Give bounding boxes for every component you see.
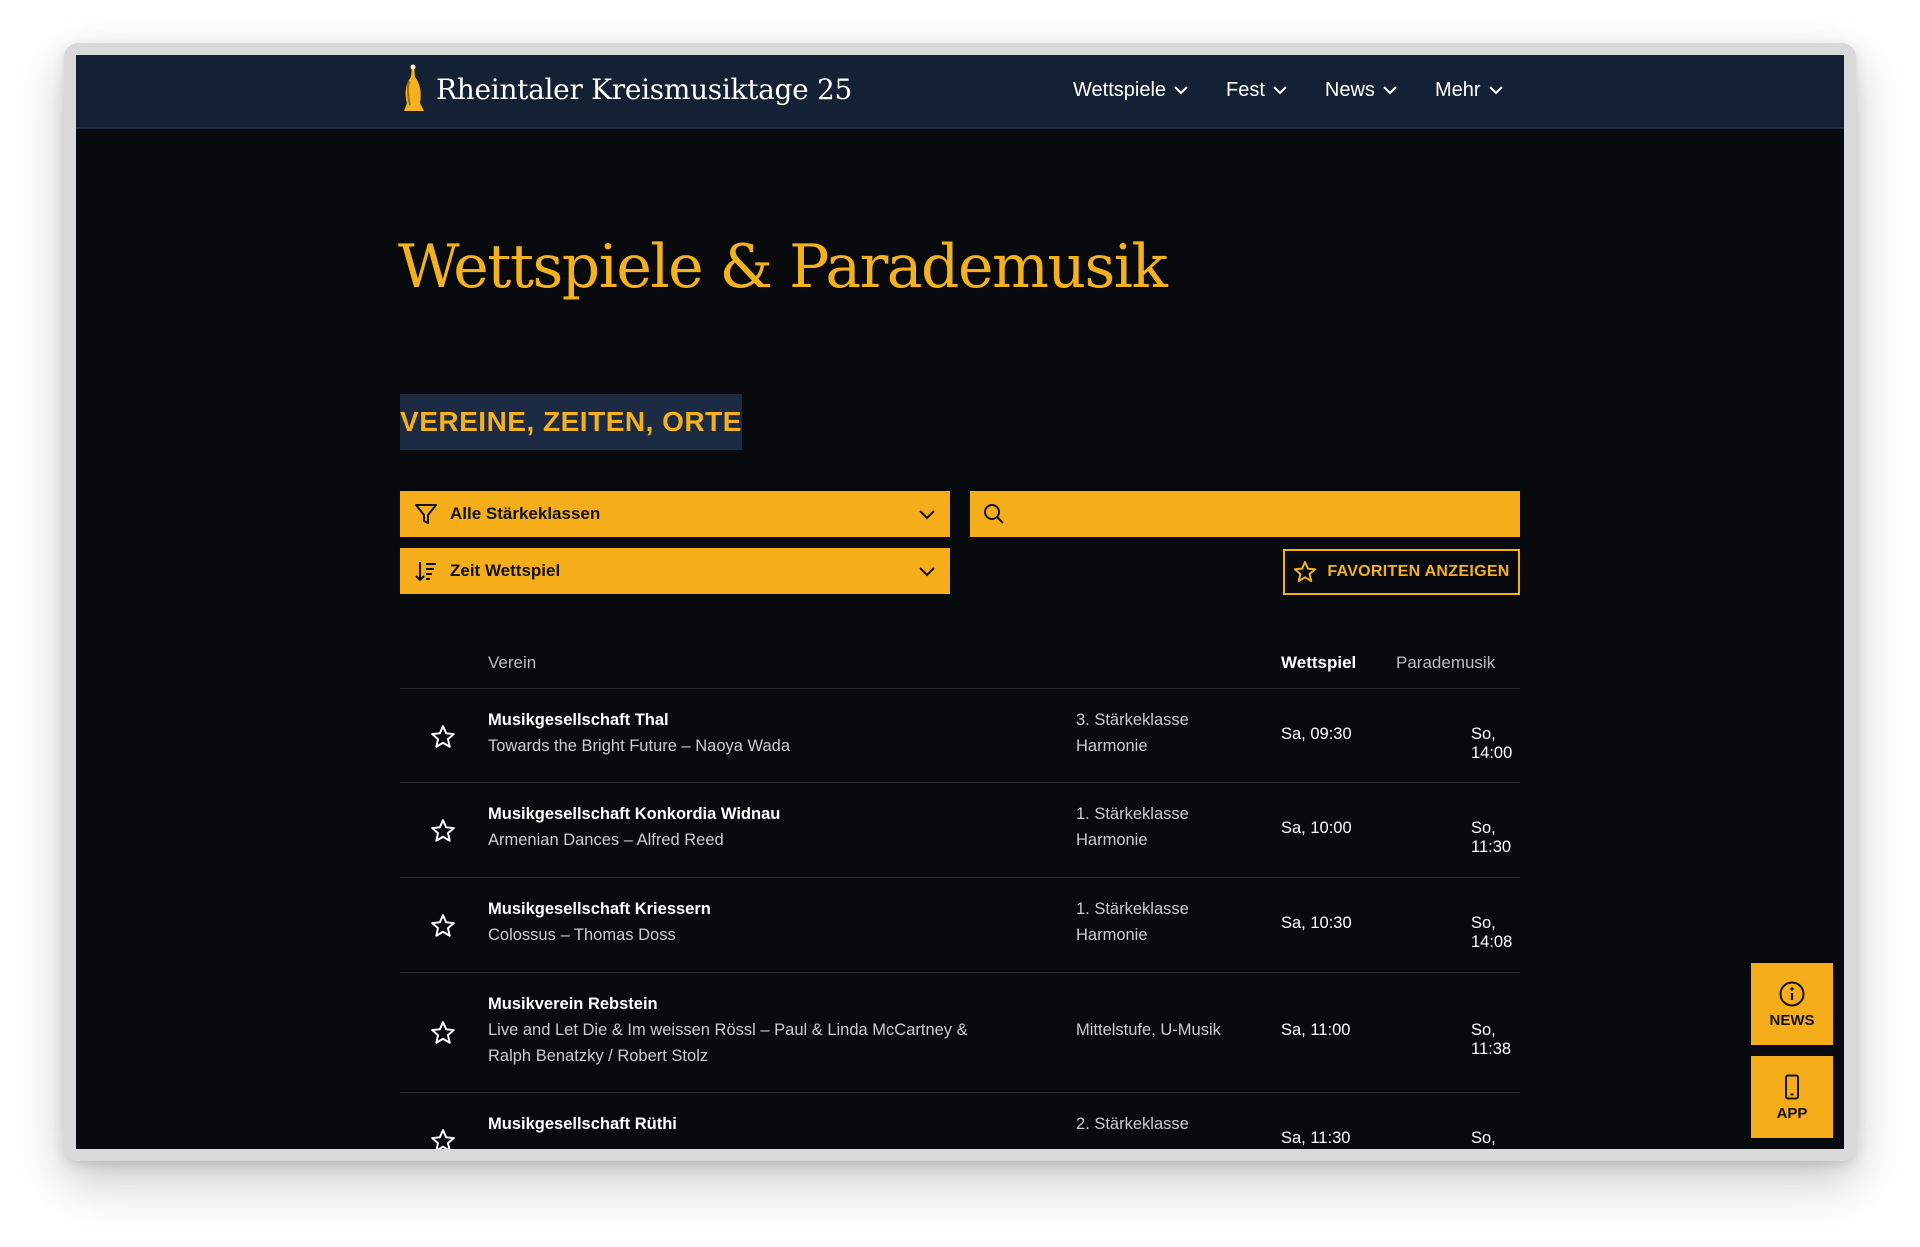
class-label: 3. Stärkeklasse: [1076, 711, 1189, 729]
search-box: [970, 491, 1520, 537]
wettspiel-time: Sa, 11:30: [1281, 1129, 1351, 1147]
chevron-down-icon: [1174, 86, 1188, 95]
piece-title: Colossus – Thomas Doss: [488, 926, 676, 944]
favorite-star-icon[interactable]: [430, 913, 456, 939]
news-side-button[interactable]: NEWS: [1751, 963, 1833, 1045]
sort-select[interactable]: Zeit Wettspiel: [400, 548, 950, 594]
site-logo[interactable]: Rheintaler Kreismusiktage 25: [398, 63, 852, 115]
nav-label: Mehr: [1434, 79, 1481, 101]
nav-item-wettspiele[interactable]: Wettspiele: [1073, 79, 1188, 102]
sort-label: Zeit Wettspiel: [450, 561, 561, 580]
chevron-down-icon: [919, 566, 935, 576]
table-row[interactable]: Musikgesellschaft Kriessern Colossus – T…: [400, 878, 1520, 973]
parademusik-time: So, 14:08: [1471, 914, 1513, 951]
page: Rheintaler Kreismusiktage 25 Wettspiele …: [76, 55, 1844, 1149]
table-row[interactable]: Musikgesellschaft Rüthi 2. Stärkeklasse …: [400, 1093, 1520, 1149]
nav-item-news[interactable]: News: [1325, 79, 1397, 102]
nav-label: Fest: [1226, 79, 1265, 101]
chevron-down-icon: [1273, 86, 1287, 95]
club-name: Musikgesellschaft Rüthi: [488, 1115, 677, 1133]
club-name: Musikverein Rebstein: [488, 995, 658, 1013]
column-header-wettspiel[interactable]: Wettspiel: [1281, 653, 1356, 673]
wettspiel-time: Sa, 10:00: [1281, 819, 1352, 837]
sort-icon: [415, 562, 436, 582]
favorite-star-icon[interactable]: [430, 724, 456, 750]
piece-title: Live and Let Die & Im weissen Rössl – Pa…: [488, 1021, 968, 1065]
wettspiel-time: Sa, 11:00: [1281, 1021, 1351, 1039]
star-icon: [1294, 561, 1317, 582]
class-filter-label: Alle Stärkeklassen: [450, 504, 601, 523]
class-label: 1. Stärkeklasse: [1076, 900, 1189, 918]
parademusik-time: So, 11:30: [1471, 819, 1512, 856]
table-row[interactable]: Musikverein Rebstein Live and Let Die & …: [400, 973, 1520, 1093]
class-label: 1. Stärkeklasse: [1076, 805, 1189, 823]
nav-item-fest[interactable]: Fest: [1226, 79, 1287, 102]
category-label: Harmonie: [1076, 831, 1148, 849]
parademusik-time: So, 11:38: [1471, 1021, 1512, 1058]
wettspiel-time: Sa, 10:30: [1281, 914, 1352, 932]
favorite-star-icon[interactable]: [430, 1020, 456, 1046]
parademusik-time: So, 14:00: [1471, 725, 1513, 762]
club-name: Musikgesellschaft Kriessern: [488, 900, 711, 918]
section-badge-label: VEREINE, ZEITEN, ORTE: [400, 406, 742, 437]
site-title: Rheintaler Kreismusiktage 25: [436, 72, 853, 106]
piece-title: Towards the Bright Future – Naoya Wada: [488, 737, 791, 755]
news-side-label: NEWS: [1769, 1011, 1815, 1029]
app-side-label: APP: [1776, 1104, 1808, 1122]
info-icon: [1779, 981, 1805, 1006]
nav-label: News: [1324, 79, 1375, 101]
filter-icon: [415, 504, 437, 524]
class-label: Mittelstufe, U-Musik: [1076, 1021, 1221, 1039]
main-nav: Wettspiele Fest News Mehr: [1073, 79, 1503, 102]
phone-icon: [1785, 1074, 1799, 1099]
club-name: Musikgesellschaft Konkordia Widnau: [488, 805, 781, 823]
parademusik-time: So, 14:16: [1471, 1129, 1512, 1149]
trumpet-logo-icon: [398, 63, 426, 115]
class-filter-select[interactable]: Alle Stärkeklassen: [400, 491, 950, 537]
show-favorites-label: FAVORITEN ANZEIGEN: [1327, 563, 1510, 580]
class-label: 2. Stärkeklasse: [1076, 1115, 1189, 1133]
show-favorites-button[interactable]: FAVORITEN ANZEIGEN: [1283, 549, 1520, 595]
club-name: Musikgesellschaft Thal: [488, 711, 669, 729]
column-header-verein[interactable]: Verein: [488, 653, 536, 673]
section-badge: VEREINE, ZEITEN, ORTE: [400, 394, 742, 450]
chevron-down-icon: [919, 509, 935, 519]
favorite-star-icon[interactable]: [430, 818, 456, 844]
search-input[interactable]: [1016, 504, 1508, 524]
chevron-down-icon: [1488, 86, 1503, 95]
app-side-button[interactable]: APP: [1751, 1056, 1833, 1138]
table-row[interactable]: Musikgesellschaft Thal Towards the Brigh…: [400, 689, 1520, 783]
column-header-parademusik[interactable]: Parademusik: [1396, 653, 1495, 673]
chevron-down-icon: [1383, 86, 1397, 95]
table-row[interactable]: Musikgesellschaft Konkordia Widnau Armen…: [400, 783, 1520, 878]
nav-item-mehr[interactable]: Mehr: [1435, 79, 1503, 102]
table-header: Verein Wettspiel Parademusik: [400, 637, 1520, 689]
search-icon: [984, 504, 1004, 524]
favorite-star-icon[interactable]: [430, 1128, 456, 1149]
site-header: Rheintaler Kreismusiktage 25 Wettspiele …: [76, 55, 1844, 129]
wettspiel-time: Sa, 09:30: [1281, 725, 1352, 743]
piece-title: Armenian Dances – Alfred Reed: [488, 831, 724, 849]
category-label: Harmonie: [1076, 926, 1148, 944]
nav-label: Wettspiele: [1073, 79, 1167, 101]
category-label: Harmonie: [1076, 737, 1148, 755]
page-title: Wettspiele & Parademusik: [398, 232, 1168, 302]
